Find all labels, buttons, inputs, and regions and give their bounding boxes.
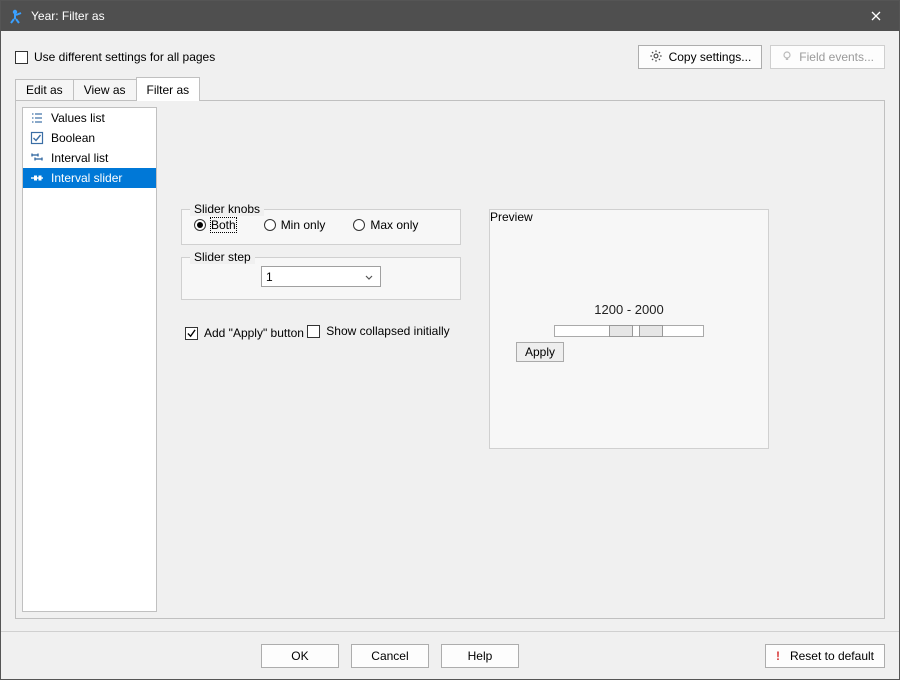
window-title: Year: Filter as xyxy=(31,9,861,23)
interval-list-icon xyxy=(29,150,45,166)
group-legend: Slider step xyxy=(190,250,255,264)
radio-dot-icon xyxy=(194,219,206,231)
radio-max-only[interactable]: Max only xyxy=(353,218,418,232)
list-item-label: Values list xyxy=(51,111,105,125)
preview-apply-button[interactable]: Apply xyxy=(516,342,564,362)
add-apply-checkbox[interactable]: Add "Apply" button xyxy=(185,326,304,340)
group-legend: Preview xyxy=(490,210,533,224)
chevron-down-icon xyxy=(362,270,376,284)
radio-label: Both xyxy=(211,218,236,232)
list-item-interval-slider[interactable]: Interval slider xyxy=(23,168,156,188)
list-icon xyxy=(29,110,45,126)
slider-thumb-max[interactable] xyxy=(639,325,663,337)
tab-panel: Values list Boolean Interval list Interv… xyxy=(15,101,885,619)
close-button[interactable] xyxy=(861,1,891,31)
slider-step-select[interactable]: 1 xyxy=(261,266,381,287)
top-toolbar: Use different settings for all pages Cop… xyxy=(1,31,899,69)
list-item-label: Interval slider xyxy=(51,171,122,185)
cancel-button[interactable]: Cancel xyxy=(351,644,429,668)
slider-thumb-min[interactable] xyxy=(609,325,633,337)
gear-icon xyxy=(649,49,663,66)
group-legend: Slider knobs xyxy=(190,202,264,216)
bulb-icon xyxy=(781,50,793,65)
copy-settings-button[interactable]: Copy settings... xyxy=(638,45,763,69)
use-different-settings-checkbox[interactable]: Use different settings for all pages xyxy=(15,50,215,64)
select-value: 1 xyxy=(266,270,273,284)
tab-filter-as[interactable]: Filter as xyxy=(136,77,201,101)
filter-type-list[interactable]: Values list Boolean Interval list Interv… xyxy=(22,107,157,612)
app-icon xyxy=(9,8,25,24)
titlebar: Year: Filter as xyxy=(1,1,899,31)
exclamation-icon: ! xyxy=(776,649,780,663)
radio-both[interactable]: Both xyxy=(194,218,236,232)
slider-knobs-group: Slider knobs Both Min only xyxy=(181,209,461,245)
preview-slider[interactable] xyxy=(554,325,704,337)
list-item-interval-list[interactable]: Interval list xyxy=(23,148,156,168)
tab-view-as[interactable]: View as xyxy=(73,79,137,101)
checkbox-label: Add "Apply" button xyxy=(204,326,304,340)
slider-icon xyxy=(29,170,45,186)
slider-step-group: Slider step 1 xyxy=(181,257,461,300)
dialog-window: Year: Filter as Use different settings f… xyxy=(0,0,900,680)
checkbox-label: Use different settings for all pages xyxy=(34,50,215,64)
checkbox-box-icon xyxy=(307,325,320,338)
show-collapsed-checkbox[interactable]: Show collapsed initially xyxy=(307,324,449,338)
checkbox-box-icon xyxy=(185,327,198,340)
reset-label: Reset to default xyxy=(790,649,874,663)
tabs: Edit as View as Filter as xyxy=(15,77,885,101)
radio-dot-icon xyxy=(264,219,276,231)
preview-group: Preview 1200 - 2000 Apply xyxy=(489,209,769,449)
radio-min-only[interactable]: Min only xyxy=(264,218,326,232)
list-item-values-list[interactable]: Values list xyxy=(23,108,156,128)
checkbox-icon xyxy=(29,130,45,146)
ok-button[interactable]: OK xyxy=(261,644,339,668)
radio-dot-icon xyxy=(353,219,365,231)
list-item-label: Boolean xyxy=(51,131,95,145)
settings-pane: Slider knobs Both Min only xyxy=(157,107,878,612)
preview-range-label: 1200 - 2000 xyxy=(594,302,663,317)
field-events-label: Field events... xyxy=(799,50,874,64)
copy-settings-label: Copy settings... xyxy=(669,50,752,64)
help-button[interactable]: Help xyxy=(441,644,519,668)
list-item-label: Interval list xyxy=(51,151,108,165)
reset-to-default-button[interactable]: ! Reset to default xyxy=(765,644,885,668)
field-events-button: Field events... xyxy=(770,45,885,69)
checkbox-box-icon xyxy=(15,51,28,64)
tabs-row: Edit as View as Filter as xyxy=(1,69,899,101)
radio-label: Min only xyxy=(281,218,326,232)
checkbox-label: Show collapsed initially xyxy=(326,324,449,338)
list-item-boolean[interactable]: Boolean xyxy=(23,128,156,148)
radio-label: Max only xyxy=(370,218,418,232)
tab-edit-as[interactable]: Edit as xyxy=(15,79,74,101)
footer: OK Cancel Help ! Reset to default xyxy=(1,631,899,679)
